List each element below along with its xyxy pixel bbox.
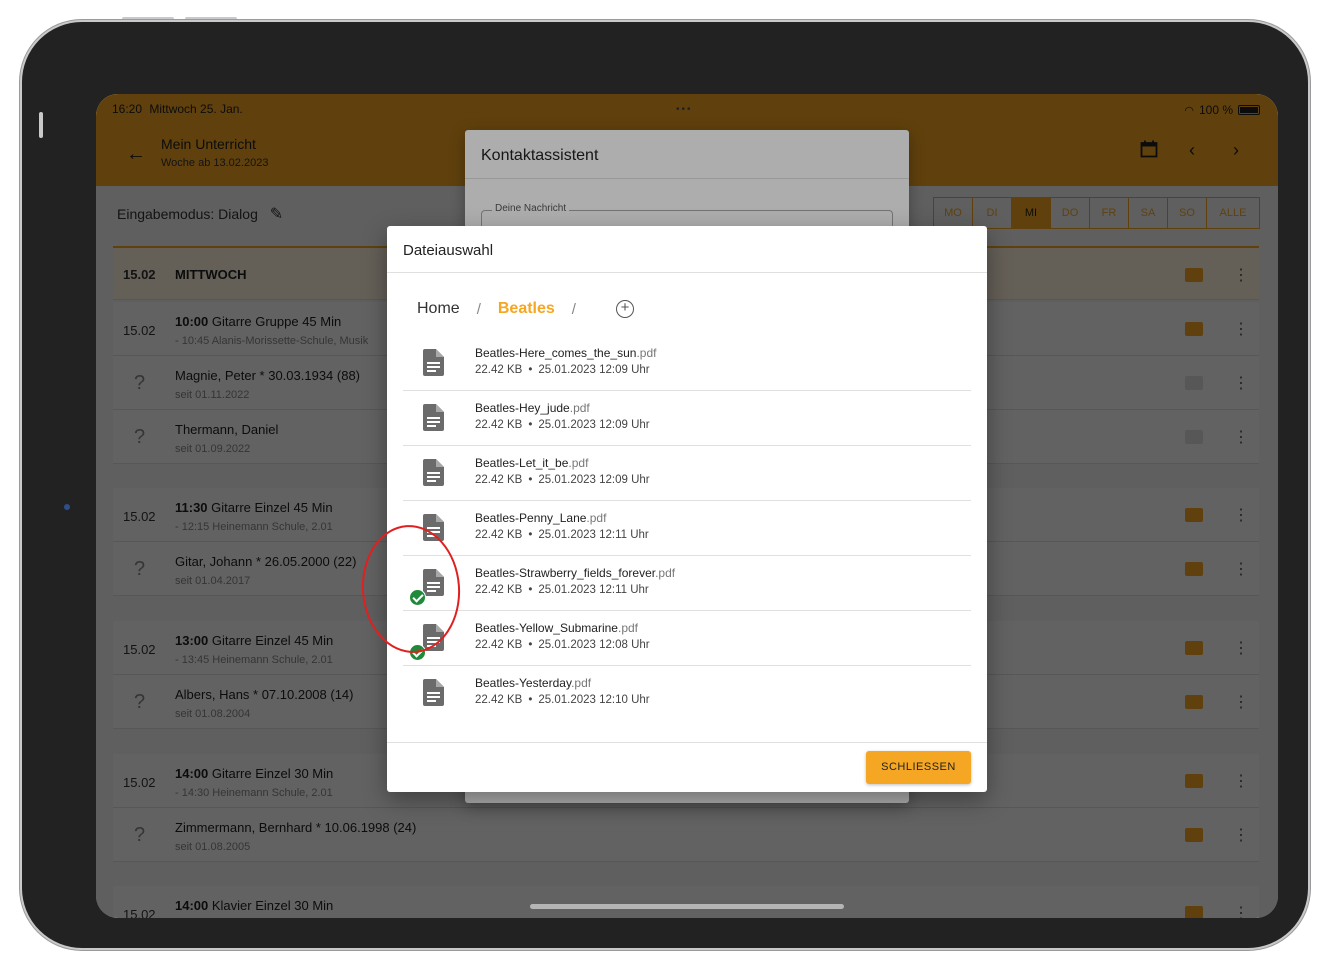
file-size: 22.42 KB bbox=[475, 364, 523, 376]
file-extension: .pdf bbox=[568, 456, 589, 470]
file-item[interactable]: Beatles-Here_comes_the_sun.pdf 22.42 KB • 2… bbox=[403, 336, 971, 391]
file-size: 22.42 KB bbox=[475, 584, 523, 596]
file-basename: Beatles-Penny_Lane bbox=[475, 511, 587, 525]
file-extension: .pdf bbox=[636, 346, 657, 360]
document-icon bbox=[423, 459, 444, 486]
close-button[interactable]: SCHLIESSEN bbox=[866, 751, 971, 784]
file-basename: Beatles-Strawberry_fields_forever bbox=[475, 566, 656, 580]
tablet-frame: 16:20 Mittwoch 25. Jan. ◠ 100 % ••• ← Me… bbox=[20, 20, 1310, 950]
divider bbox=[387, 272, 987, 273]
file-date: 25.01.2023 12:08 Uhr bbox=[538, 639, 650, 651]
meta-separator: • bbox=[528, 364, 533, 376]
file-item[interactable]: Beatles-Hey_jude.pdf 22.42 KB • 25.01.2023 … bbox=[403, 391, 971, 446]
file-size: 22.42 KB bbox=[475, 419, 523, 431]
file-date: 25.01.2023 12:09 Uhr bbox=[538, 364, 650, 376]
file-date: 25.01.2023 12:11 Uhr bbox=[538, 584, 649, 596]
file-meta: 22.42 KB • 25.01.2023 12:09 Uhr bbox=[475, 364, 650, 376]
file-basename: Beatles-Let_it_be bbox=[475, 456, 569, 470]
file-extension: .pdf bbox=[655, 566, 676, 580]
file-item[interactable]: Beatles-Let_it_be.pdf 22.42 KB • 25.01.2023… bbox=[403, 446, 971, 501]
file-extension: .pdf bbox=[586, 511, 607, 525]
file-basename: Beatles-Yesterday bbox=[475, 676, 572, 690]
file-basename: Beatles-Hey_jude bbox=[475, 401, 570, 415]
file-extension: .pdf bbox=[617, 621, 638, 635]
file-meta: 22.42 KB • 25.01.2023 12:08 Uhr bbox=[475, 639, 650, 651]
file-size: 22.42 KB bbox=[475, 474, 523, 486]
file-size: 22.42 KB bbox=[475, 694, 523, 706]
file-dialog-title: Dateiauswahl bbox=[403, 242, 494, 259]
meta-separator: • bbox=[528, 694, 533, 706]
device-power-button bbox=[39, 112, 43, 138]
file-date: 25.01.2023 12:09 Uhr bbox=[538, 419, 650, 431]
file-name: Beatles-Hey_jude.pdf bbox=[475, 401, 590, 415]
meta-separator: • bbox=[528, 584, 533, 596]
breadcrumb-separator: / bbox=[571, 300, 576, 318]
document-icon bbox=[423, 679, 444, 706]
home-indicator bbox=[530, 904, 844, 909]
file-name: Beatles-Let_it_be.pdf bbox=[475, 456, 588, 470]
file-size: 22.42 KB bbox=[475, 639, 523, 651]
breadcrumb-home[interactable]: Home bbox=[417, 300, 460, 318]
file-basename: Beatles-Here_comes_the_sun bbox=[475, 346, 637, 360]
file-basename: Beatles-Yellow_Submarine bbox=[475, 621, 618, 635]
meta-separator: • bbox=[528, 639, 533, 651]
file-item[interactable]: Beatles-Yellow_Submarine.pdf 22.42 KB • 25.… bbox=[403, 611, 971, 666]
breadcrumb-separator: / bbox=[476, 300, 481, 318]
file-item[interactable]: Beatles-Strawberry_fields_forever.pdf 22.… bbox=[403, 556, 971, 611]
divider bbox=[387, 742, 987, 743]
file-list: Beatles-Here_comes_the_sun.pdf 22.42 KB • 2… bbox=[403, 336, 971, 721]
file-date: 25.01.2023 12:10 Uhr bbox=[538, 694, 650, 706]
file-date: 25.01.2023 12:09 Uhr bbox=[538, 474, 650, 486]
file-extension: .pdf bbox=[569, 401, 590, 415]
file-name: Beatles-Yesterday.pdf bbox=[475, 676, 591, 690]
add-circle-icon[interactable]: + bbox=[615, 300, 634, 318]
front-camera bbox=[64, 504, 70, 510]
file-item[interactable]: Beatles-Penny_Lane.pdf 22.42 KB • 25.01.202… bbox=[403, 501, 971, 556]
meta-separator: • bbox=[528, 474, 533, 486]
document-icon bbox=[423, 404, 444, 431]
file-meta: 22.42 KB • 25.01.2023 12:11 Uhr bbox=[475, 529, 649, 541]
meta-separator: • bbox=[528, 419, 533, 431]
breadcrumb: Home / Beatles / + bbox=[417, 300, 634, 318]
file-name: Beatles-Yellow_Submarine.pdf bbox=[475, 621, 638, 635]
file-extension: .pdf bbox=[571, 676, 592, 690]
file-meta: 22.42 KB • 25.01.2023 12:10 Uhr bbox=[475, 694, 650, 706]
document-icon bbox=[423, 349, 444, 376]
file-selection-dialog: Dateiauswahl Home / Beatles / + Beatles-… bbox=[387, 226, 987, 792]
file-name: Beatles-Penny_Lane.pdf bbox=[475, 511, 606, 525]
file-date: 25.01.2023 12:11 Uhr bbox=[538, 529, 649, 541]
meta-separator: • bbox=[528, 529, 533, 541]
file-name: Beatles-Here_comes_the_sun.pdf bbox=[475, 346, 656, 360]
file-meta: 22.42 KB • 25.01.2023 12:09 Uhr bbox=[475, 474, 650, 486]
breadcrumb-current[interactable]: Beatles bbox=[498, 300, 555, 318]
file-item[interactable]: Beatles-Yesterday.pdf 22.42 KB • 25.01.2023… bbox=[403, 666, 971, 721]
file-meta: 22.42 KB • 25.01.2023 12:09 Uhr bbox=[475, 419, 650, 431]
screen: 16:20 Mittwoch 25. Jan. ◠ 100 % ••• ← Me… bbox=[96, 94, 1278, 918]
file-size: 22.42 KB bbox=[475, 529, 523, 541]
file-name: Beatles-Strawberry_fields_forever.pdf bbox=[475, 566, 675, 580]
file-meta: 22.42 KB • 25.01.2023 12:11 Uhr bbox=[475, 584, 649, 596]
